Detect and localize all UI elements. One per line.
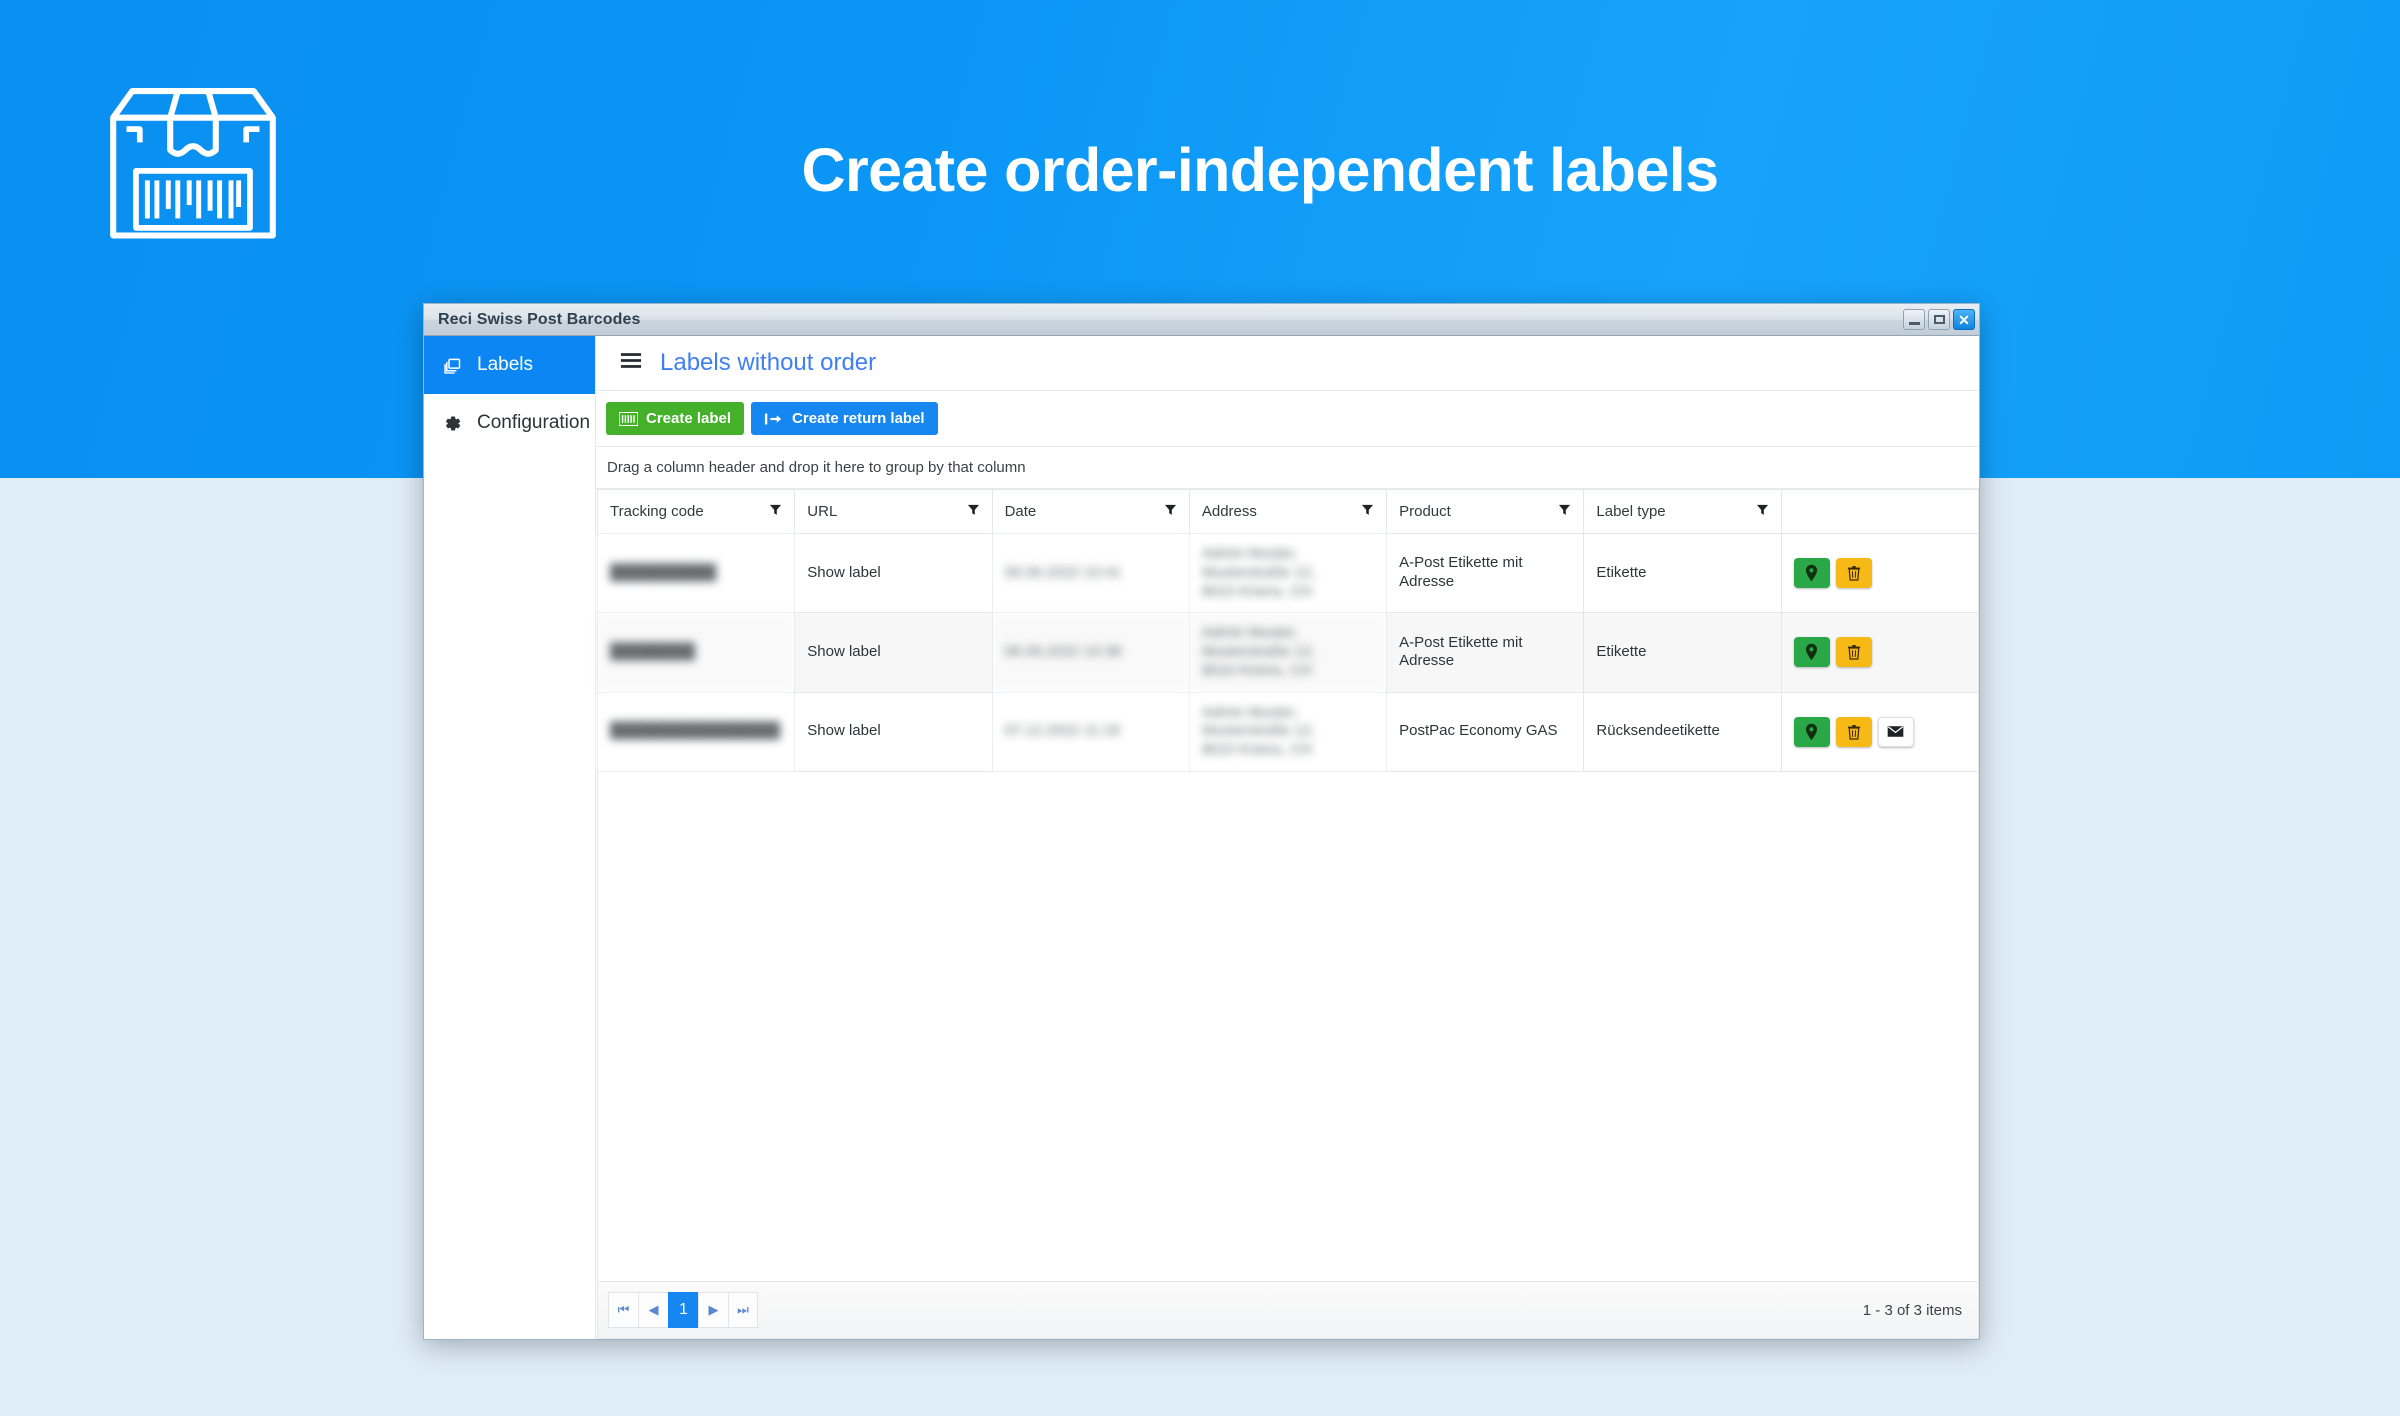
cell-date: 07.12.2022 11:16	[991, 691, 1190, 772]
filter-icon[interactable]	[1558, 503, 1571, 520]
column-header-date[interactable]: Date	[991, 489, 1190, 534]
pager-last-button[interactable]: ⏭	[728, 1292, 758, 1328]
sidebar-item-label: Labels	[477, 354, 533, 375]
cell-date: 06.06.2022 10:41	[991, 532, 1190, 614]
column-header-url[interactable]: URL	[794, 489, 993, 534]
window-title: Reci Swiss Post Barcodes	[438, 310, 641, 328]
table-row[interactable]: ████████ Show label 06.06.2022 10:38 Adm…	[596, 612, 1980, 693]
barcode-icon	[619, 411, 638, 426]
toolbar: Create label Create return label	[596, 391, 1979, 447]
filter-icon[interactable]	[1361, 503, 1374, 520]
cell-product: PostPac Economy GAS	[1386, 691, 1585, 772]
window-body: Labels Configuration Labels without orde…	[424, 336, 1980, 1339]
column-header-label: Address	[1201, 503, 1257, 520]
filter-icon[interactable]	[1756, 503, 1769, 520]
pager-page-1[interactable]: 1	[668, 1292, 698, 1328]
grid-pager: ⏮ ◀ 1 ▶ ⏭ 1 - 3 of 3 items	[597, 1281, 1979, 1339]
group-drop-hint: Drag a column header and drop it here to…	[607, 459, 1026, 476]
sidebar-item-labels[interactable]: Labels	[424, 336, 595, 394]
pager-prev-button[interactable]: ◀	[638, 1292, 668, 1328]
labels-stack-icon	[442, 355, 468, 376]
delete-button[interactable]	[1835, 637, 1872, 668]
table-row[interactable]: ████████████████ Show label 07.12.2022 1…	[596, 691, 1980, 772]
track-pin-button[interactable]	[1793, 558, 1830, 589]
promo-title: Create order-independent labels	[0, 140, 2400, 201]
filter-icon[interactable]	[1164, 503, 1177, 520]
filter-icon[interactable]	[967, 503, 980, 520]
close-icon[interactable]: ✕	[1953, 309, 1975, 330]
cell-actions	[1780, 691, 1980, 772]
create-label-button[interactable]: Create label	[606, 402, 745, 435]
cell-label-type: Etikette	[1583, 612, 1782, 693]
track-pin-button[interactable]	[1793, 637, 1830, 668]
create-return-label-button-label: Create return label	[792, 410, 925, 427]
cell-address: Admin Muster, Musterstraße 12, 8010 Krie…	[1188, 532, 1388, 614]
column-header-tracking-code[interactable]: Tracking code	[596, 489, 796, 534]
cell-tracking-code: ████████	[596, 612, 796, 693]
address-line: Musterstraße 12,	[1201, 643, 1316, 660]
sidebar-item-label: Configuration	[477, 412, 591, 433]
address-line: Admin Muster,	[1201, 545, 1298, 562]
pager-next-button[interactable]: ▶	[698, 1292, 728, 1328]
email-button[interactable]	[1877, 716, 1914, 747]
filter-icon[interactable]	[769, 503, 782, 520]
column-header-label: Date	[1004, 503, 1037, 520]
main-content: Labels without order Create label Create…	[596, 336, 1980, 1339]
column-header-label-type[interactable]: Label type	[1583, 489, 1782, 534]
cell-address: Admin Muster, Musterstraße 12, 8010 Krie…	[1188, 612, 1388, 693]
gear-icon	[442, 413, 468, 434]
cell-product: A-Post Etikette mit Adresse	[1386, 532, 1585, 614]
column-header-label: URL	[807, 503, 838, 520]
cell-date: 06.06.2022 10:38	[991, 612, 1190, 693]
cell-label-type: Etikette	[1583, 532, 1782, 614]
window-titlebar[interactable]: Reci Swiss Post Barcodes ✕	[424, 304, 1979, 336]
table-row[interactable]: ██████████ Show label 06.06.2022 10:41 A…	[596, 532, 1980, 614]
address-line: 8010 Kriens, CH	[1201, 582, 1312, 600]
labels-grid: Tracking code URL Date Address Product L…	[596, 489, 1980, 1339]
promo-title-text: Create order-independent labels	[801, 136, 1720, 204]
column-header-label: Label type	[1596, 503, 1666, 520]
column-header-address[interactable]: Address	[1188, 489, 1388, 534]
page-title: Labels without order	[660, 349, 877, 376]
pager-first-button[interactable]: ⏮	[608, 1292, 638, 1328]
cell-tracking-code: ██████████	[596, 532, 796, 614]
return-arrow-icon	[764, 412, 784, 426]
create-label-button-label: Create label	[646, 410, 732, 427]
cell-tracking-code: ████████████████	[596, 691, 796, 772]
column-header-product[interactable]: Product	[1386, 489, 1585, 534]
cell-label-type: Rücksendeetikette	[1583, 691, 1782, 772]
column-header-label: Tracking code	[610, 503, 704, 520]
column-header-actions	[1780, 489, 1980, 534]
delete-button[interactable]	[1835, 716, 1872, 747]
address-line: Admin Muster,	[1201, 703, 1298, 721]
grid-header-row: Tracking code URL Date Address Product L…	[596, 489, 1980, 534]
sidebar-item-configuration[interactable]: Configuration	[424, 394, 595, 452]
cell-address: Admin Muster, Musterstraße 12, 8010 Krie…	[1188, 691, 1388, 772]
create-return-label-button[interactable]: Create return label	[751, 402, 938, 435]
content-header: Labels without order	[596, 336, 1979, 391]
address-line: Musterstraße 12,	[1201, 722, 1316, 740]
cell-url-show-label[interactable]: Show label	[794, 691, 993, 772]
application-window: Reci Swiss Post Barcodes ✕ Labels Config…	[423, 303, 1980, 1340]
address-line: 8010 Kriens, CH	[1201, 741, 1312, 758]
group-drop-area[interactable]: Drag a column header and drop it here to…	[596, 447, 1979, 489]
delete-button[interactable]	[1835, 558, 1872, 589]
cell-actions	[1780, 532, 1980, 614]
column-header-label: Product	[1399, 503, 1451, 520]
grid-empty-area	[597, 771, 1979, 1281]
sidebar: Labels Configuration	[424, 336, 596, 1339]
cell-actions	[1780, 612, 1980, 693]
address-line: Musterstraße 12,	[1201, 563, 1316, 581]
track-pin-button[interactable]	[1793, 716, 1830, 747]
address-line: Admin Muster,	[1201, 624, 1298, 642]
cell-product: A-Post Etikette mit Adresse	[1386, 612, 1585, 693]
cell-url-show-label[interactable]: Show label	[794, 612, 993, 693]
pager-info: 1 - 3 of 3 items	[1862, 1301, 1962, 1319]
address-line: 8010 Kriens, CH	[1201, 661, 1312, 679]
maximize-icon[interactable]	[1928, 309, 1950, 330]
minimize-icon[interactable]	[1903, 309, 1925, 330]
hamburger-menu-icon[interactable]	[620, 352, 642, 374]
cell-url-show-label[interactable]: Show label	[794, 532, 993, 614]
